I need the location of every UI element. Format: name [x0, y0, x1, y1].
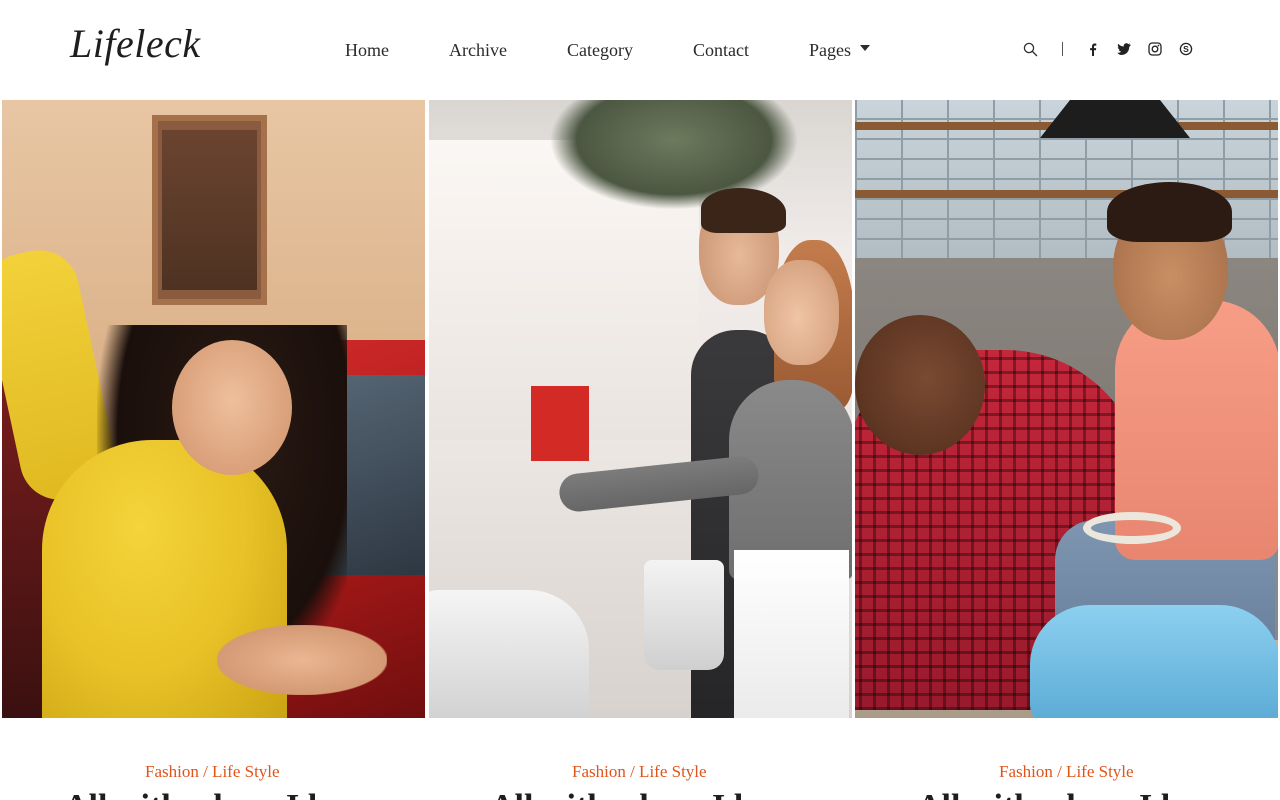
nav-item-label: Home: [345, 39, 389, 60]
site-logo[interactable]: Lifeleck: [70, 20, 201, 67]
post-image-couple-showroom[interactable]: [428, 100, 852, 718]
post-image-father-son[interactable]: [855, 100, 1278, 718]
post-category-link[interactable]: Fashion / Life Style: [145, 762, 280, 782]
skype-icon[interactable]: S: [1176, 39, 1196, 59]
nav-item-pages[interactable]: Pages: [809, 40, 870, 61]
featured-posts-grid: [2, 100, 1278, 718]
nav-item-home[interactable]: Home: [345, 40, 389, 61]
post-category-link[interactable]: Fashion / Life Style: [572, 762, 707, 782]
svg-text:S: S: [1183, 44, 1189, 54]
toolbar-divider: [1062, 42, 1063, 56]
post-category-link[interactable]: Fashion / Life Style: [999, 762, 1134, 782]
nav-item-label: Contact: [692, 39, 749, 60]
main-nav: Home Archive Category Contact Pages: [345, 36, 870, 64]
nav-item-archive[interactable]: Archive: [449, 40, 507, 61]
search-icon[interactable]: [1020, 39, 1040, 59]
nav-item-contact[interactable]: Contact: [693, 40, 749, 61]
post-captions: Fashion / Life Style All with whom I hav…: [0, 718, 1280, 800]
chevron-down-icon: [859, 45, 870, 51]
post-title[interactable]: All with whom I have: [917, 788, 1229, 800]
nav-item-label: Category: [566, 39, 633, 60]
twitter-icon[interactable]: [1114, 39, 1134, 59]
nav-item-category[interactable]: Category: [567, 40, 633, 61]
post-title[interactable]: All with whom I have: [490, 788, 802, 800]
facebook-icon[interactable]: [1083, 39, 1103, 59]
site-header: Lifeleck Home Archive Category Contact P…: [0, 0, 1280, 100]
post-image-woman-yellow-sweater[interactable]: [2, 100, 425, 718]
instagram-icon[interactable]: [1145, 39, 1165, 59]
post-title[interactable]: All with whom I have: [64, 788, 376, 800]
nav-item-label: Archive: [449, 39, 507, 60]
header-tools: S: [1020, 38, 1196, 60]
nav-item-label: Pages: [808, 39, 851, 60]
